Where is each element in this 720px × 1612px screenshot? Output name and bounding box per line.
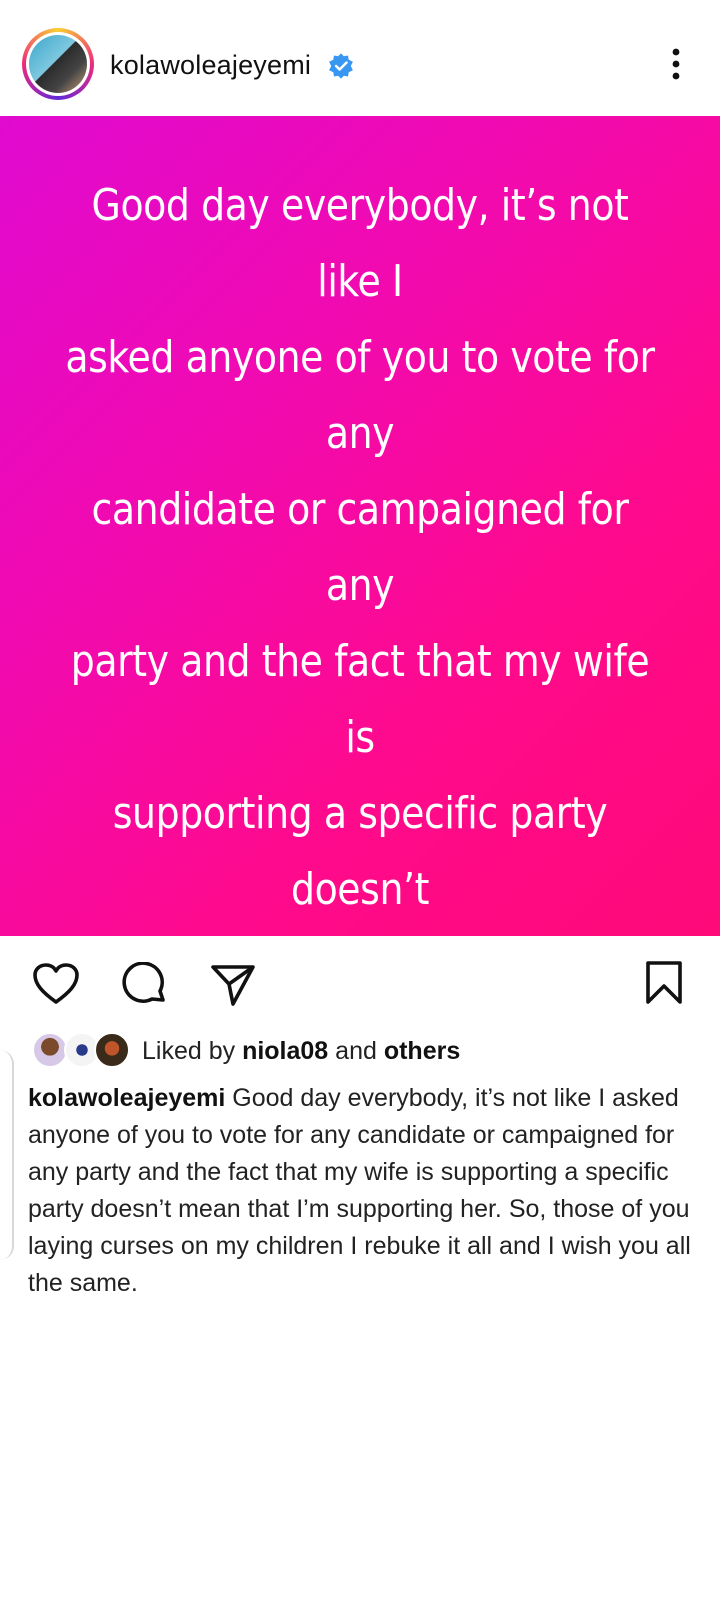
send-icon[interactable] xyxy=(210,962,256,1008)
post-text-line: Good day everybody, it’s not like I xyxy=(91,180,629,307)
heart-icon[interactable] xyxy=(32,962,80,1006)
post-text-line: party and the fact that my wife is xyxy=(70,636,650,763)
liked-by-and: and xyxy=(328,1037,384,1065)
action-bar xyxy=(0,936,720,1036)
left-edge-scroll-indicator xyxy=(0,1050,14,1260)
post-image-text: Good day everybody, it’s not like I aske… xyxy=(64,168,656,1612)
username[interactable]: kolawoleajeyemi xyxy=(110,48,311,82)
liker-avatar xyxy=(94,1032,130,1068)
avatar-image xyxy=(29,35,87,93)
liked-by-user[interactable]: niola08 xyxy=(242,1037,328,1065)
post-text-line: candidate or campaigned for any xyxy=(91,484,629,611)
profile-avatar[interactable] xyxy=(22,28,94,100)
post-caption: kolawoleajeyemi Good day everybody, it’s… xyxy=(28,1080,708,1302)
post-image[interactable]: Good day everybody, it’s not like I aske… xyxy=(0,116,720,1599)
liked-by-prefix: Liked by xyxy=(142,1037,243,1065)
verified-badge-icon xyxy=(329,53,353,79)
bookmark-icon[interactable] xyxy=(644,960,684,1006)
liked-by-text: Liked by niola08 and others xyxy=(142,1036,460,1066)
caption-text: Good day everybody, it’s not like I aske… xyxy=(28,1084,691,1297)
caption-username[interactable]: kolawoleajeyemi xyxy=(28,1084,225,1112)
avatar-inner xyxy=(26,32,90,96)
post-text-line: asked anyone of you to vote for any xyxy=(65,332,655,459)
post-text-line: all the same. And I repeat I did not xyxy=(75,1396,645,1523)
liked-by-others[interactable]: others xyxy=(384,1037,460,1065)
post-header: kolawoleajeyemi xyxy=(0,0,720,116)
post-text-line: campaign for any candidate. xyxy=(93,1548,627,1599)
more-vertical-icon[interactable] xyxy=(662,46,690,82)
likes-row[interactable]: Liked by niola08 and others xyxy=(30,1030,720,1074)
liker-avatar xyxy=(32,1032,68,1068)
post-text-line: supporting a specific party doesn’t xyxy=(112,788,608,915)
comment-icon[interactable] xyxy=(122,962,168,1008)
